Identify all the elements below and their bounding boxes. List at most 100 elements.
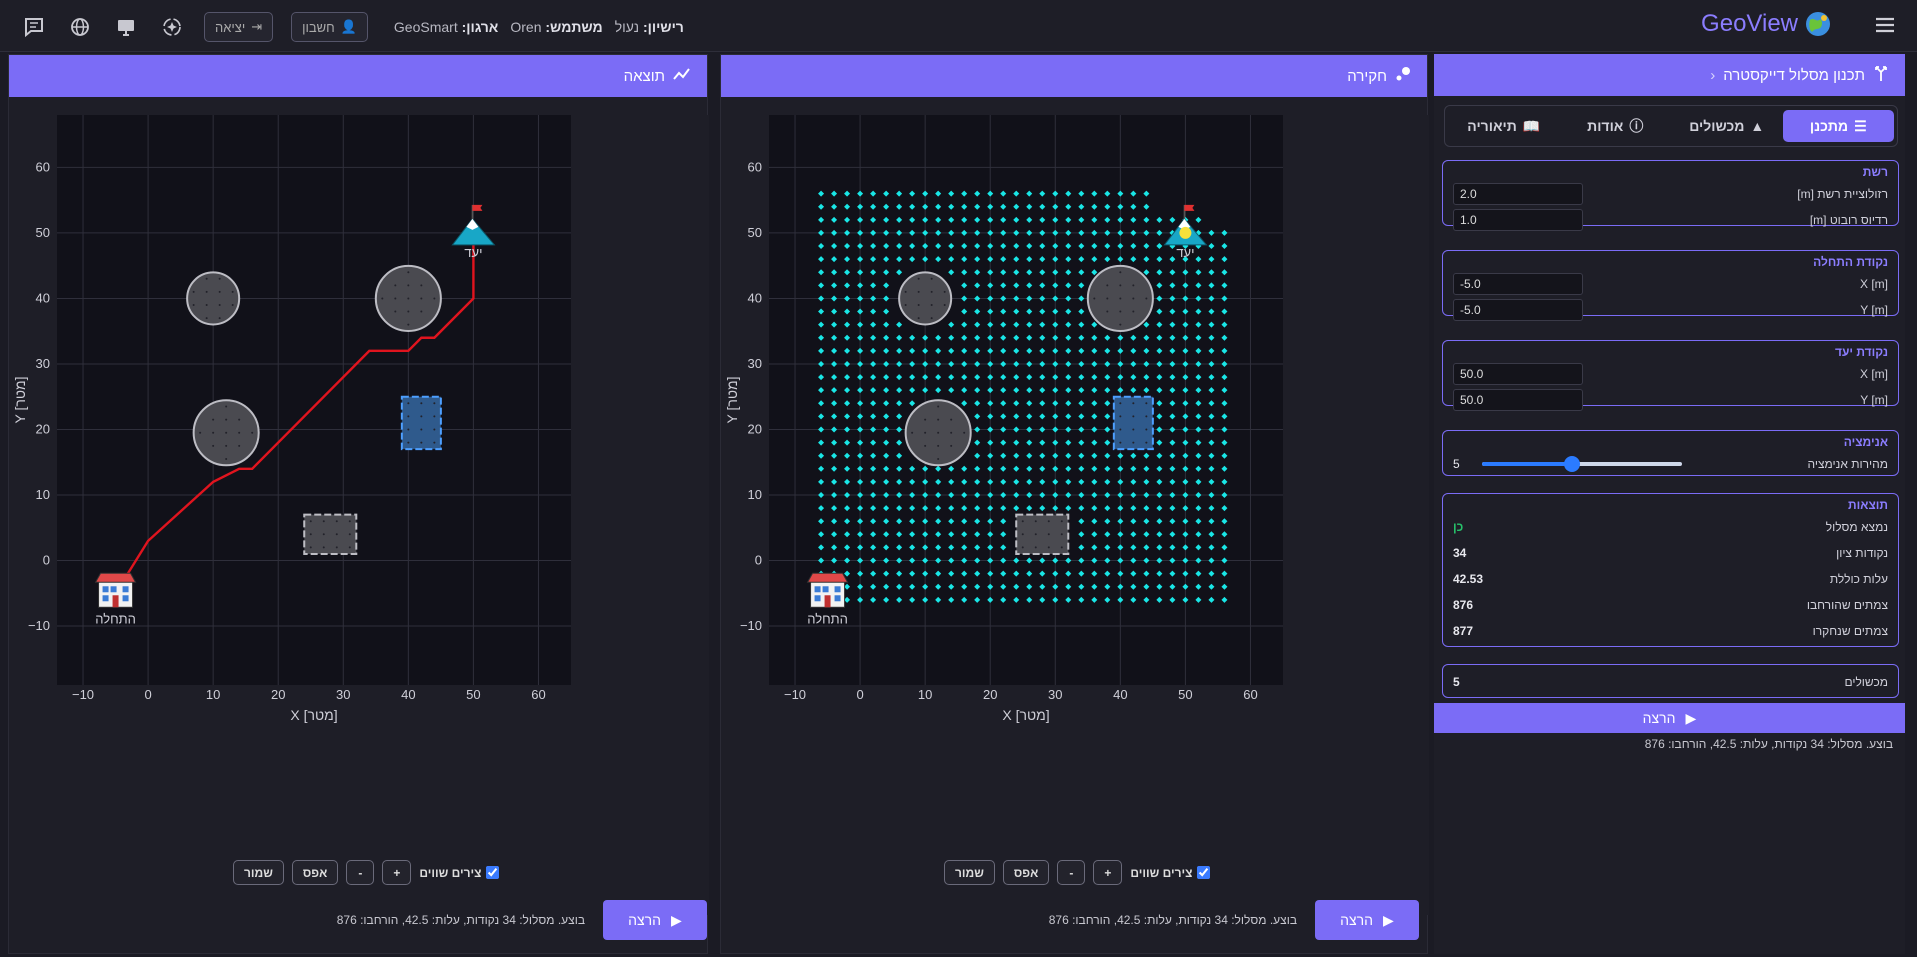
goal-y-input[interactable] (1453, 389, 1583, 411)
obstacle-dot (1145, 297, 1148, 300)
equal-axes-toggle[interactable]: צירים שווים (419, 866, 500, 880)
tab-theory[interactable]: 📖 תיאוריה (1448, 110, 1560, 142)
explore-run-bar: הרצה ▶ בוצע. מסלול: 34 נקודות, עלות: 42.5… (1049, 900, 1419, 940)
obstacle-dot (904, 304, 907, 306)
globe-icon[interactable] (66, 13, 94, 41)
tab-label: מכשולים (1689, 118, 1745, 134)
obstacle-dot (1119, 271, 1122, 274)
x-tick-label: 60 (1243, 687, 1257, 702)
book-icon: 📖 (1522, 117, 1541, 134)
section-title: נקודת יעד (1835, 345, 1888, 359)
explored-nodes-value: 877 (1453, 624, 1474, 638)
obstacle-dot (238, 444, 241, 447)
chevron-left-icon[interactable]: › (1710, 67, 1715, 84)
sidebar-status: בוצע. מסלול: 34 נקודות, עלות: 42.5, הורח… (1644, 737, 1893, 751)
explore-panel: חקירה −10 0 10 20 30 40 50 60 −10 0 10 20 30 40 50 60 X … (720, 54, 1429, 954)
plot-area (57, 115, 571, 685)
y-tick-label: 20 (748, 421, 762, 436)
logout-button[interactable]: יציאה ⇥ (204, 12, 274, 42)
obstacle-dot (1060, 546, 1063, 549)
obstacle-dot (322, 520, 325, 523)
start-y-label: Y [m] (1860, 303, 1888, 317)
obstacle-dot (433, 297, 436, 300)
start-x-input[interactable] (1453, 273, 1583, 295)
tab-obstacles[interactable]: ▲ מכשולים (1671, 110, 1783, 142)
menu-icon[interactable] (1875, 16, 1895, 39)
user-value: Oren (510, 19, 542, 35)
ai-sparkle-icon[interactable] (158, 13, 186, 41)
obstacle-dot (930, 304, 933, 306)
obstacle-dot (433, 441, 436, 444)
logout-icon: ⇥ (251, 19, 263, 34)
obstacle-dot (433, 402, 436, 405)
tab-about[interactable]: ⓘ אודות (1560, 110, 1672, 142)
obstacle-dot (420, 415, 423, 418)
building-window (102, 586, 109, 593)
speed-slider[interactable] (1481, 456, 1682, 472)
obstacle-dot (218, 304, 221, 306)
building-window (122, 595, 129, 602)
sidebar-header: › תכנון מסלול דייקסטרה (1434, 54, 1905, 96)
explore-plot[interactable]: −10 0 10 20 30 40 50 60 −10 0 10 20 30 40 50 60 X [מטר] Y… (721, 115, 1429, 915)
obstacle-dot (1119, 428, 1122, 431)
equal-axes-checkbox[interactable] (1197, 866, 1211, 879)
y-tick-label: −10 (740, 618, 762, 633)
run-button[interactable]: הרצה ▶ (603, 900, 707, 940)
start-y-input[interactable] (1453, 299, 1583, 321)
building-door (824, 595, 831, 608)
equal-axes-checkbox[interactable] (486, 866, 500, 879)
slider-handle[interactable] (1563, 456, 1580, 472)
obstacle-dot (924, 444, 927, 447)
reset-button[interactable]: אפס (1002, 860, 1050, 885)
shapes-icon: ▲ (1750, 118, 1765, 134)
goal-x-input[interactable] (1453, 363, 1583, 385)
tab-planner[interactable]: ☰ מתכנן (1782, 110, 1894, 142)
start-building-icon (806, 572, 849, 608)
zoom-out-button[interactable]: - (346, 860, 375, 885)
monitor-icon[interactable] (112, 13, 140, 41)
obstacle-dot (917, 290, 920, 293)
obstacle-dot (309, 546, 312, 549)
run-label: הרצה (628, 912, 662, 928)
zoom-out-button[interactable]: - (1057, 860, 1086, 885)
zoom-in-button[interactable]: + (382, 860, 412, 885)
x-axis-label: X [מטר] (290, 707, 337, 723)
building-window (834, 595, 841, 602)
path-found-value: כן (1453, 520, 1464, 534)
result-plot[interactable]: −10 0 10 20 30 40 50 60 −10 0 10 20 30 40 50 60 X [מטר] Y… (9, 115, 709, 915)
logout-label: יציאה (215, 19, 246, 35)
obstacle-dot (1047, 546, 1050, 549)
robot-radius-input[interactable] (1453, 209, 1583, 231)
total-cost-label: עלות כוללת (1829, 572, 1888, 586)
reset-button[interactable]: אפס (291, 860, 339, 885)
obstacle-dot (937, 418, 940, 421)
result-panel-header: תוצאה (9, 55, 707, 97)
y-tick-label: 10 (36, 487, 50, 502)
obstacle-dot (199, 431, 202, 434)
grid-resolution-label: רזולוציית רשת [m] (1797, 187, 1888, 201)
zoom-in-button[interactable]: + (1093, 860, 1123, 885)
obstacles-count-label: מכשולים (1844, 675, 1888, 689)
equal-axes-toggle[interactable]: צירים שווים (1130, 866, 1211, 880)
grid-resolution-input[interactable] (1453, 183, 1583, 205)
x-tick-label: −10 (784, 687, 806, 702)
obstacle-dot (1132, 441, 1135, 444)
session-info: רישיון: נעול משתמש: Oren ארגון: GeoSmart (394, 19, 684, 35)
chat-icon[interactable] (20, 13, 48, 41)
account-button[interactable]: חשבון 👤 (291, 12, 368, 42)
run-status: בוצע. מסלול: 34 נקודות, עלות: 42.5, הורח… (336, 913, 585, 927)
sidebar-run-button[interactable]: הרצה ▶ (1434, 703, 1905, 733)
obstacle-dot (309, 533, 312, 536)
chart-line-icon (673, 67, 691, 85)
run-status: בוצע. מסלול: 34 נקודות, עלות: 42.5, הורח… (1048, 913, 1297, 927)
save-button[interactable]: שמור (233, 860, 284, 885)
user-icon: 👤 (340, 19, 357, 34)
obstacle-dot (407, 271, 410, 274)
y-tick-label: 50 (36, 225, 50, 240)
obstacle-dot (1093, 297, 1096, 300)
obstacle-dot (420, 310, 423, 313)
save-button[interactable]: שמור (944, 860, 995, 885)
org-label: ארגון: (461, 19, 499, 35)
obstacle-dot (1119, 415, 1122, 418)
run-button[interactable]: הרצה ▶ (1315, 900, 1419, 940)
